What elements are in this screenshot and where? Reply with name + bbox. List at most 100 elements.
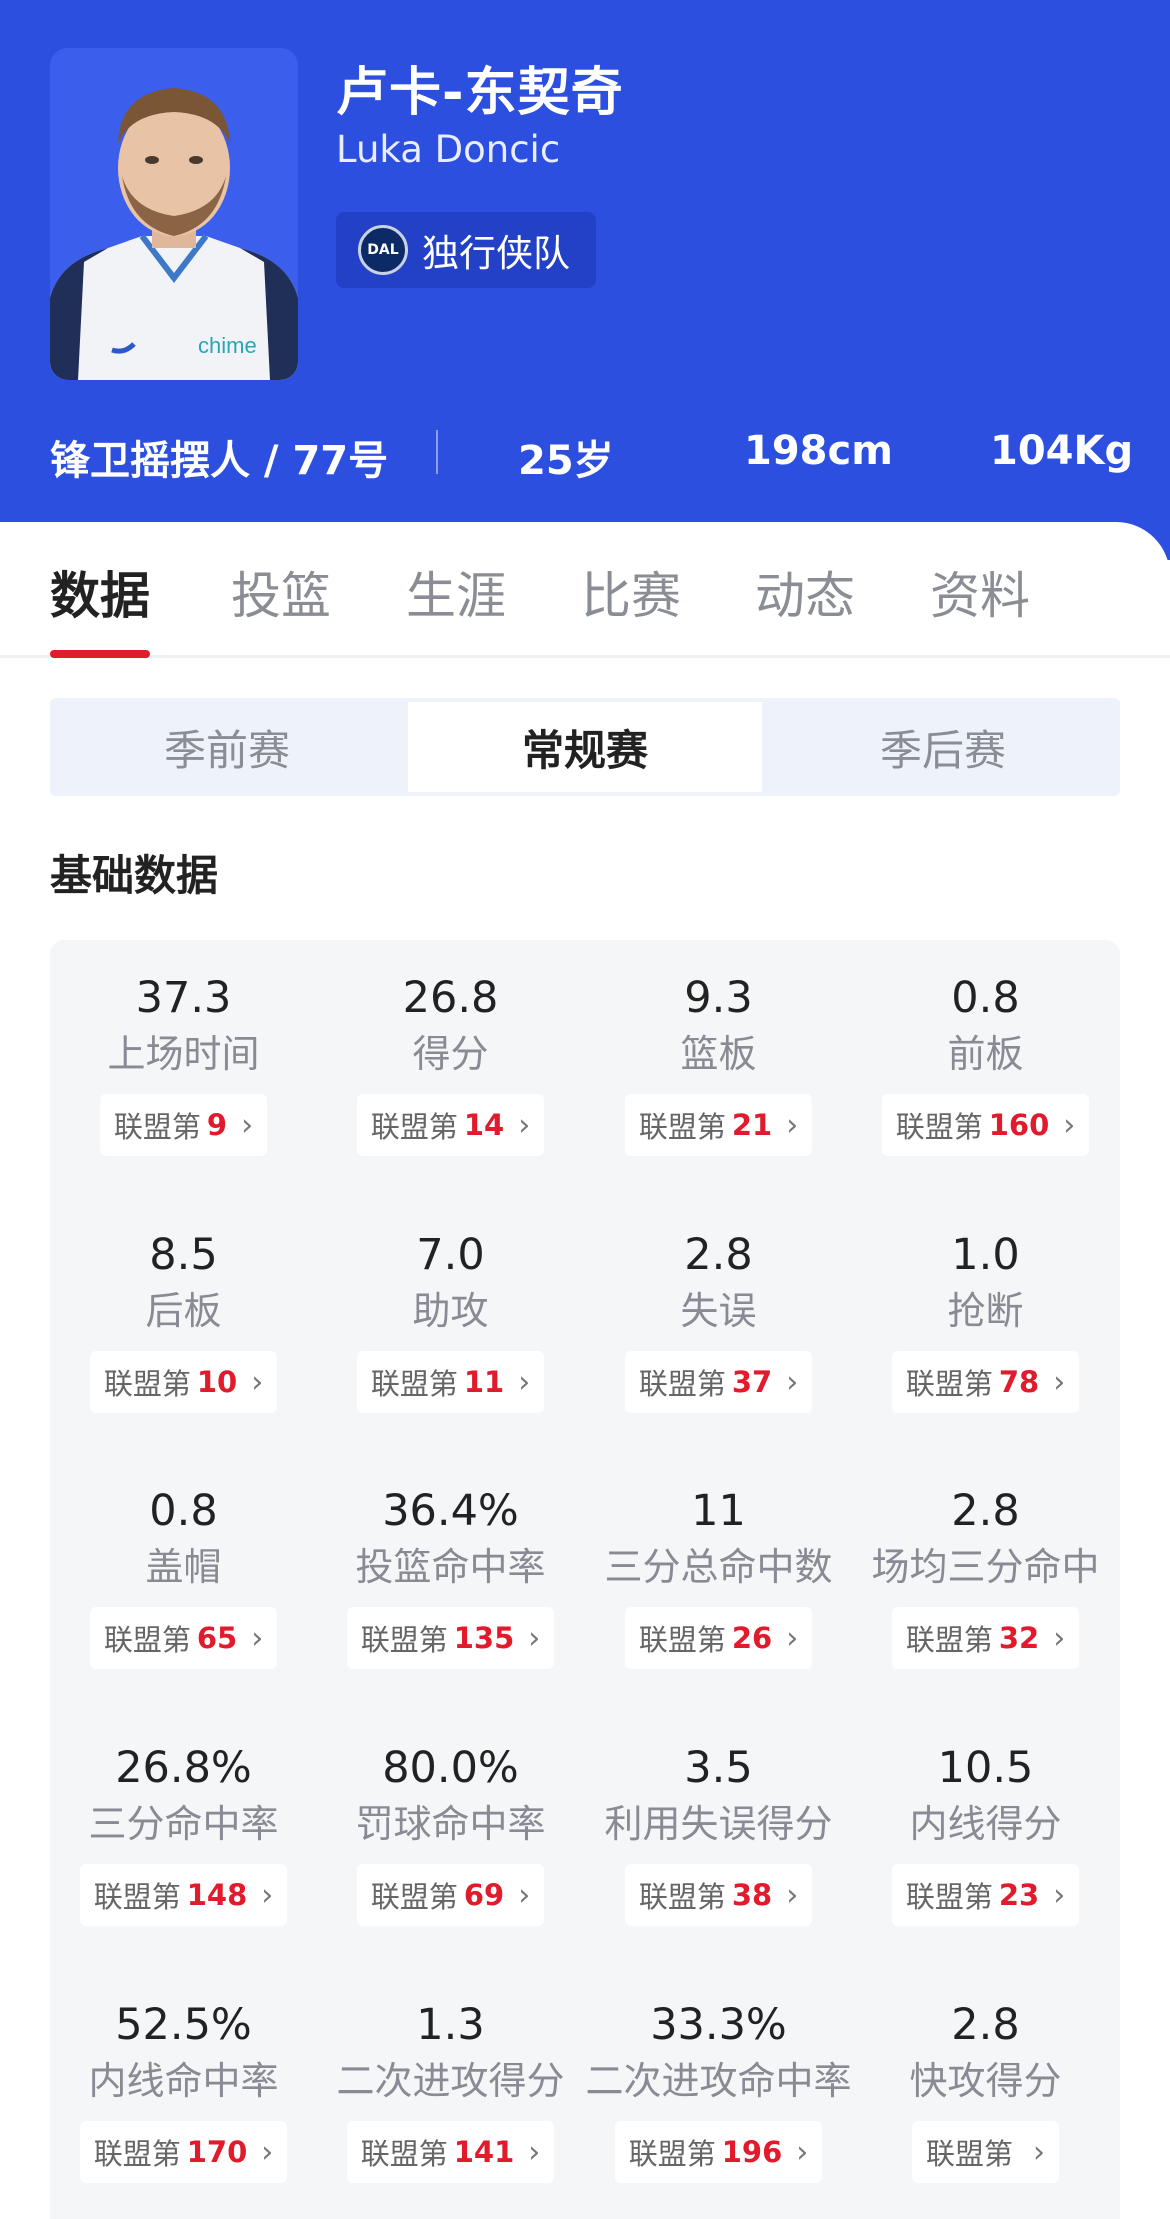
league-rank-prefix: 联盟第: [103, 1367, 191, 1401]
league-rank-button[interactable]: 联盟第 37 ›: [624, 1351, 813, 1413]
stat-item: 3.5 利用失误得分 联盟第 38 ›: [585, 1740, 852, 1926]
basic-stats-grid: 37.3 上场时间 联盟第 9 › 26.8 得分 联盟第 14 › 9.3 篮板 联盟第 21 › 0.8 前…: [50, 940, 1120, 2219]
league-rank-prefix: 联盟第: [93, 2137, 181, 2171]
league-rank-button[interactable]: 联盟第 10 ›: [89, 1351, 278, 1413]
league-rank-number: 65: [196, 1621, 238, 1655]
player-info-row: 锋卫摇摆人 / 77号 25岁 198cm 104Kg: [0, 420, 1170, 486]
stat-item: 0.8 前板 联盟第 160 ›: [852, 970, 1119, 1156]
stat-label: 罚球命中率: [355, 1802, 546, 1846]
chevron-right-icon: ›: [261, 1877, 274, 1913]
stat-value: 1.0: [951, 1230, 1020, 1280]
stat-value: 80.0%: [382, 1743, 519, 1793]
player-position: 锋卫摇摆人 / 77号: [50, 438, 389, 484]
league-rank-button[interactable]: 联盟第 196 ›: [614, 2121, 823, 2183]
league-rank-number: 9: [206, 1108, 228, 1142]
team-chip[interactable]: DAL 独行侠队: [336, 212, 596, 288]
player-name-cn: 卢卡-东契奇: [336, 63, 624, 123]
league-rank-prefix: 联盟第: [113, 1110, 201, 1144]
league-rank-number: 170: [186, 2135, 248, 2169]
league-rank-prefix: 联盟第: [905, 1623, 993, 1657]
stat-label: 利用失误得分: [604, 1802, 833, 1846]
league-rank-button[interactable]: 联盟第 170 ›: [79, 2121, 288, 2183]
league-rank-button[interactable]: 联盟第 160 ›: [881, 1094, 1090, 1156]
league-rank-button[interactable]: 联盟第 32 ›: [891, 1607, 1080, 1669]
stat-value: 9.3: [684, 973, 753, 1023]
stat-label: 上场时间: [107, 1032, 260, 1076]
stat-label: 二次进攻得分: [336, 2059, 565, 2103]
league-rank-button[interactable]: 联盟第 9 ›: [99, 1094, 268, 1156]
league-rank-prefix: 联盟第: [905, 1880, 993, 1914]
chevron-right-icon: ›: [241, 1107, 254, 1143]
chevron-right-icon: ›: [518, 1364, 531, 1400]
player-name-en: Luka Doncic: [336, 128, 561, 171]
league-rank-number: 26: [731, 1621, 773, 1655]
league-rank-button[interactable]: 联盟第 14 ›: [356, 1094, 545, 1156]
stat-label: 助攻: [412, 1289, 489, 1333]
stat-label: 三分命中率: [88, 1802, 279, 1846]
league-rank-prefix: 联盟第: [638, 1623, 726, 1657]
chevron-right-icon: ›: [528, 2134, 541, 2170]
league-rank-number: 141: [453, 2135, 515, 2169]
stat-label: 篮板: [680, 1032, 757, 1076]
info-divider: [436, 430, 438, 474]
chevron-right-icon: ›: [786, 1107, 799, 1143]
stat-value: 7.0: [416, 1230, 485, 1280]
stat-item: 8.5 后板 联盟第 10 ›: [50, 1227, 317, 1413]
league-rank-number: 32: [998, 1621, 1040, 1655]
stat-item: 37.3 上场时间联盟第 9 ›: [50, 970, 317, 1156]
league-rank-number: 160: [988, 1108, 1050, 1142]
stat-item: 2.8 快攻得分 联盟第 ›: [852, 1997, 1119, 2183]
league-rank-prefix: 联盟第: [93, 1880, 181, 1914]
tab-profile[interactable]: 资料: [930, 556, 1030, 628]
stat-item: 7.0 助攻联盟第 11 ›: [317, 1227, 584, 1413]
league-rank-button[interactable]: 联盟第 78 ›: [891, 1351, 1080, 1413]
league-rank-button[interactable]: 联盟第 135 ›: [346, 1607, 555, 1669]
league-rank-button[interactable]: 联盟第 23 ›: [891, 1864, 1080, 1926]
player-height: 198cm: [744, 428, 893, 474]
league-rank-prefix: 联盟第: [103, 1623, 191, 1657]
league-rank-prefix: 联盟第: [638, 1880, 726, 1914]
stat-value: 8.5: [149, 1230, 218, 1280]
league-rank-button[interactable]: 联盟第 141 ›: [346, 2121, 555, 2183]
league-rank-prefix: 联盟第: [895, 1110, 983, 1144]
league-rank-button[interactable]: 联盟第 65 ›: [89, 1607, 278, 1669]
stat-item: 26.8 得分 联盟第 14 ›: [317, 970, 584, 1156]
league-rank-prefix: 联盟第: [925, 2137, 1013, 2171]
stat-item: 36.4% 投篮命中率 联盟第 135 ›: [317, 1483, 584, 1669]
league-rank-number: 196: [721, 2135, 783, 2169]
league-rank-number: 21: [731, 1108, 773, 1142]
league-rank-button[interactable]: 联盟第 69 ›: [356, 1864, 545, 1926]
chevron-right-icon: ›: [786, 1620, 799, 1656]
stat-value: 10.5: [937, 1743, 1034, 1793]
league-rank-button[interactable]: 联盟第 ›: [911, 2121, 1059, 2183]
league-rank-button[interactable]: 联盟第 21 ›: [624, 1094, 813, 1156]
stat-label: 二次进攻命中率: [585, 2059, 852, 2103]
player-photo: chime: [50, 48, 298, 380]
league-rank-number: 78: [998, 1365, 1040, 1399]
season-playoffs[interactable]: 季后赛: [766, 698, 1120, 796]
tab-games[interactable]: 比赛: [581, 556, 681, 628]
league-rank-button[interactable]: 联盟第 26 ›: [624, 1607, 813, 1669]
season-regular[interactable]: 常规赛: [408, 702, 762, 792]
chevron-right-icon: ›: [1053, 1620, 1066, 1656]
league-rank-button[interactable]: 联盟第 148 ›: [79, 1864, 288, 1926]
content-panel: 数据 投篮 生涯 比赛 动态 资料 季前赛 常规赛 季后赛 基础数据 37.3 上…: [0, 522, 1170, 2219]
league-rank-number: 37: [731, 1365, 773, 1399]
stat-value: 2.8: [684, 1230, 753, 1280]
chevron-right-icon: ›: [261, 2134, 274, 2170]
tab-career[interactable]: 生涯: [406, 556, 506, 628]
league-rank-button[interactable]: 联盟第 38 ›: [624, 1864, 813, 1926]
league-rank-button[interactable]: 联盟第 11 ›: [356, 1351, 545, 1413]
tab-data[interactable]: 数据: [50, 556, 150, 628]
league-rank-prefix: 联盟第: [905, 1367, 993, 1401]
tab-news[interactable]: 动态: [755, 556, 855, 628]
tab-shooting[interactable]: 投篮: [231, 556, 331, 628]
stat-item: 52.5% 内线命中率 联盟第 170 ›: [50, 1997, 317, 2183]
league-rank-prefix: 联盟第: [370, 1110, 458, 1144]
stat-value: 2.8: [951, 2000, 1020, 2050]
stat-value: 37.3: [135, 973, 232, 1023]
chevron-right-icon: ›: [251, 1364, 264, 1400]
chevron-right-icon: ›: [528, 1620, 541, 1656]
season-preseason[interactable]: 季前赛: [50, 698, 404, 796]
stat-label: 盖帽: [145, 1545, 222, 1589]
